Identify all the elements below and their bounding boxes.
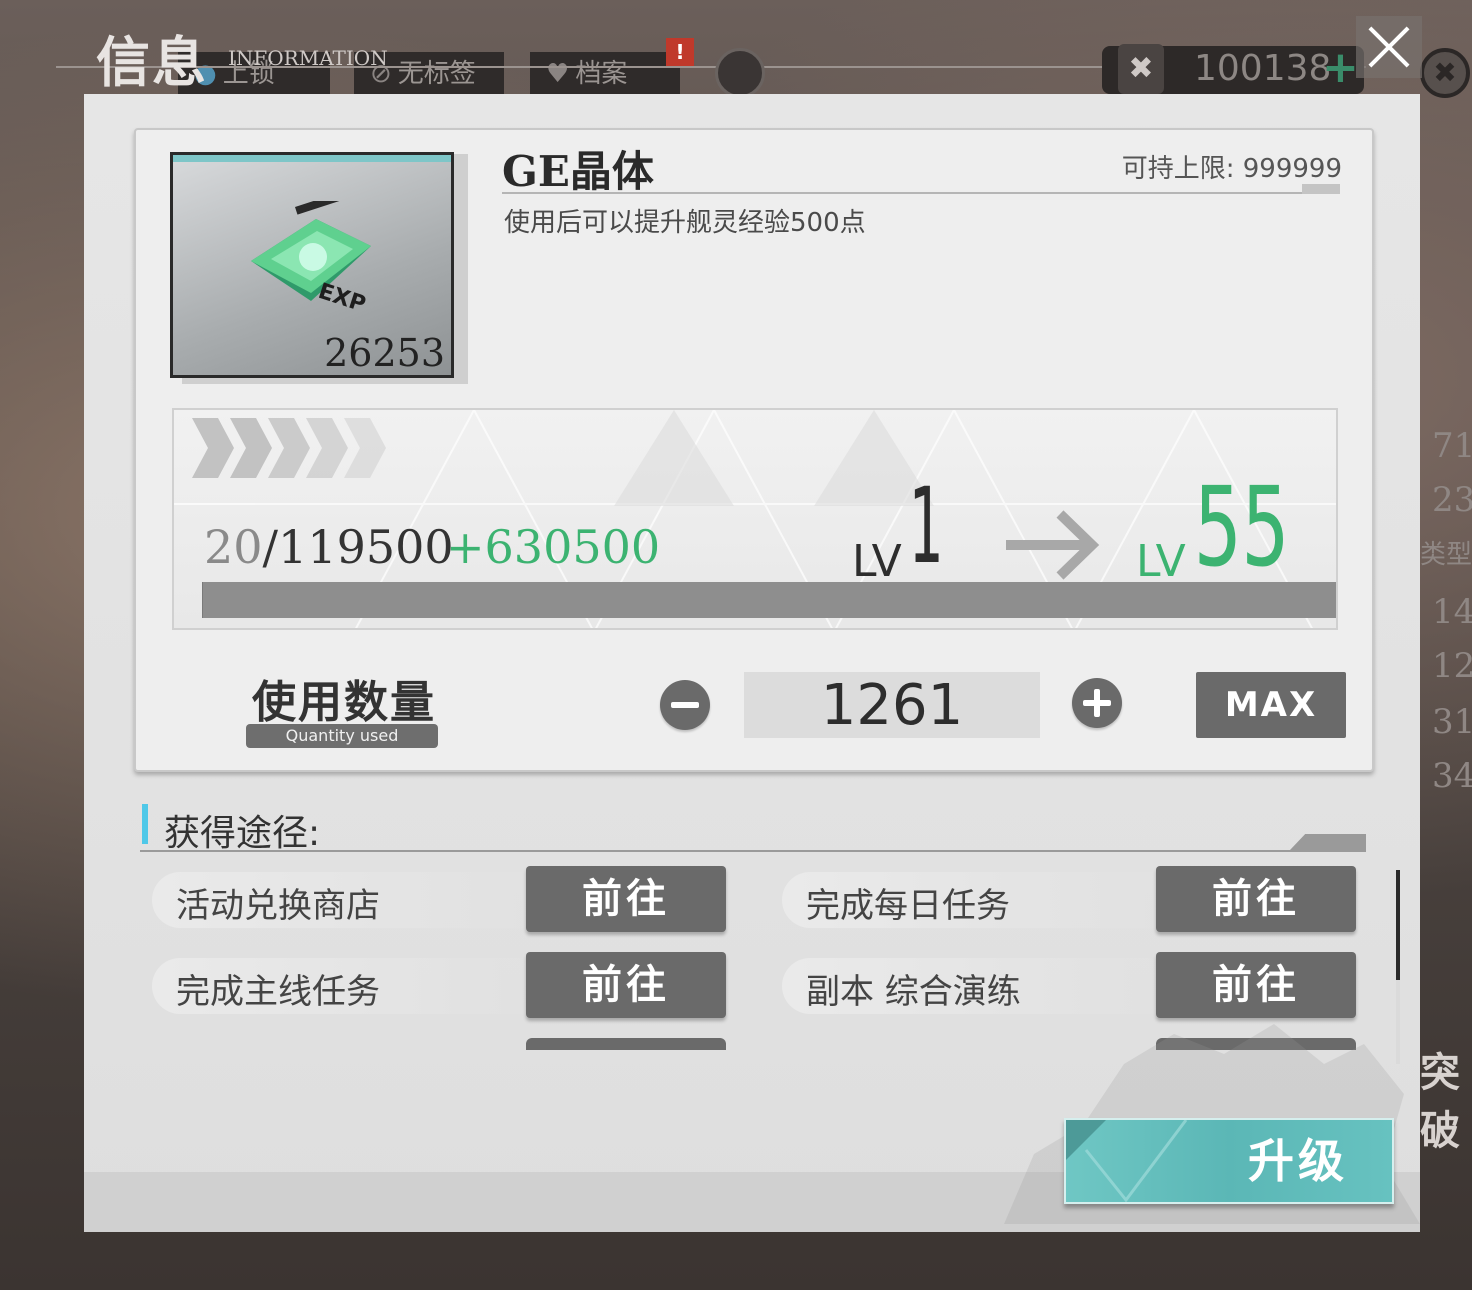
upgrade-button-decoration — [1066, 1120, 1188, 1202]
title-divider-accent — [1302, 184, 1340, 194]
upgrade-button-label: 升级 — [1248, 1134, 1348, 1188]
item-owned-count: 26253 — [324, 331, 445, 375]
upgrade-button[interactable]: 升级 — [1064, 1118, 1394, 1204]
target-level-value: 55 — [1194, 463, 1290, 591]
item-rarity-bar — [173, 155, 451, 162]
exp-gain: +630500 — [446, 520, 661, 574]
quantity-label: 使用数量 — [252, 677, 436, 728]
sources-title: 获得途径: — [164, 813, 321, 854]
go-to-source-button[interactable]: 前往 — [526, 952, 726, 1018]
arrow-right-icon — [1006, 510, 1100, 580]
settings-icon[interactable]: ✖ — [1420, 48, 1470, 98]
current-level-label: LV — [852, 536, 902, 587]
currency-value: 100138 — [1194, 48, 1332, 89]
sources-scrollbar-thumb[interactable] — [1396, 870, 1400, 980]
exp-required: 119500 — [278, 520, 454, 574]
decrease-quantity-button[interactable] — [660, 680, 710, 730]
go-to-source-button-partial[interactable] — [526, 1038, 726, 1050]
add-currency-button[interactable]: + — [1322, 42, 1359, 93]
bg-side-number: 23 — [1432, 480, 1472, 520]
alert-badge: ! — [666, 38, 694, 66]
profile-icon[interactable] — [715, 48, 765, 98]
plus-icon-vertical — [1094, 689, 1100, 717]
bg-side-number: 31 — [1432, 702, 1472, 742]
bg-side-number: 34 — [1432, 756, 1472, 796]
heart-icon: ♥ — [546, 59, 570, 89]
bg-side-breakthrough: 突破 — [1420, 1049, 1460, 1154]
exp-progress-text: 20/119500 — [204, 520, 454, 574]
section-marker — [142, 804, 148, 844]
minus-icon — [671, 702, 699, 708]
sources-divider — [140, 850, 1366, 852]
go-to-source-button[interactable]: 前往 — [1156, 866, 1356, 932]
quantity-sublabel: Quantity used — [246, 724, 438, 748]
go-to-source-button[interactable]: 前往 — [526, 866, 726, 932]
bg-tab-archive: ♥ 档案 — [530, 52, 680, 96]
bg-side-number: 12 — [1432, 646, 1472, 686]
level-preview-panel: 20/119500 +630500 LV 1 LV 55 — [172, 408, 1338, 630]
quantity-input[interactable] — [744, 672, 1040, 738]
currency-icon: ✖ — [1118, 44, 1164, 94]
page-subtitle: INFORMATION — [228, 46, 388, 70]
sources-divider-accent — [1290, 834, 1366, 850]
source-label: 完成每日任务 — [806, 886, 1010, 926]
item-info-dialog: EXP 26253 GE晶体 可持上限: 999999 使用后可以提升舰灵经验5… — [84, 94, 1420, 1232]
close-button[interactable] — [1356, 16, 1422, 78]
increase-quantity-button[interactable] — [1072, 678, 1122, 728]
source-label: 活动兑换商店 — [176, 886, 380, 926]
item-description: 使用后可以提升舰灵经验500点 — [504, 208, 866, 238]
bg-side-number: 14 — [1432, 592, 1472, 632]
max-quantity-button[interactable]: MAX — [1196, 672, 1346, 738]
bg-side-number: 71 — [1432, 426, 1472, 466]
current-level-value: 1 — [908, 465, 943, 587]
source-label: 完成主线任务 — [176, 972, 380, 1012]
target-level-label: LV — [1136, 536, 1186, 587]
item-icon-frame: EXP 26253 — [170, 152, 454, 378]
exp-current: 20 — [204, 520, 263, 574]
item-name: GE晶体 — [502, 147, 654, 196]
bg-side-number: 类型 — [1420, 540, 1472, 570]
item-card: EXP 26253 GE晶体 可持上限: 999999 使用后可以提升舰灵经验5… — [134, 128, 1374, 772]
svg-text:EXP: EXP — [315, 279, 368, 311]
exp-progress-bar — [202, 582, 1336, 618]
page-title: 信息 — [96, 30, 208, 94]
exp-crystal-icon: EXP — [251, 201, 371, 311]
title-divider — [502, 192, 1340, 194]
item-hold-limit: 可持上限: 999999 — [1121, 154, 1342, 184]
